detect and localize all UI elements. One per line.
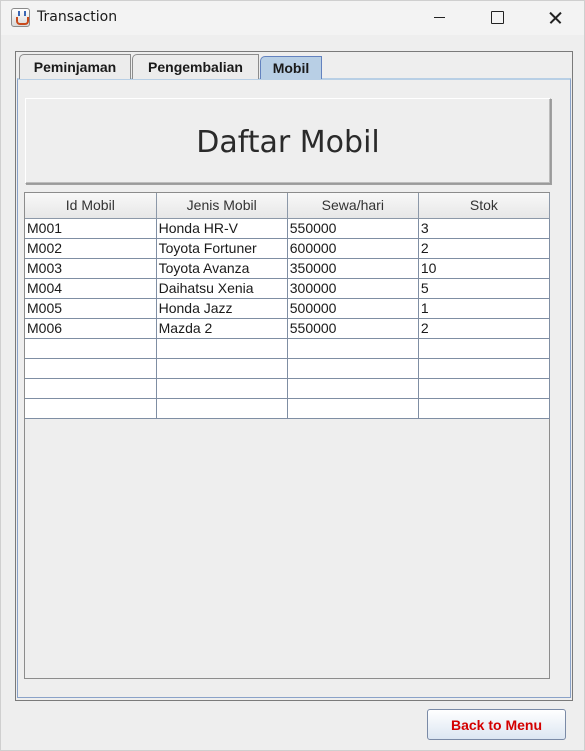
cell-sewa[interactable] (286, 337, 419, 359)
cell-jenis[interactable]: Honda Jazz (155, 297, 288, 319)
minimize-icon[interactable] (410, 1, 468, 35)
cell-sewa[interactable]: 550000 (286, 317, 419, 339)
maximize-icon[interactable] (468, 1, 526, 35)
tab-pengembalian[interactable]: Pengembalian (132, 54, 259, 79)
cell-jenis[interactable]: Toyota Fortuner (155, 237, 288, 259)
cell-sewa[interactable]: 600000 (286, 237, 419, 259)
cell-jenis[interactable] (155, 377, 288, 399)
cell-jenis[interactable]: Daihatsu Xenia (155, 277, 288, 299)
table-header-row: Id Mobil Jenis Mobil Sewa/hari Stok (25, 193, 551, 219)
cell-sewa[interactable]: 550000 (286, 217, 419, 239)
table-row-empty[interactable] (25, 357, 551, 379)
table-row[interactable]: M003 Toyota Avanza 350000 10 (25, 257, 551, 279)
table-row[interactable]: M004 Daihatsu Xenia 300000 5 (25, 277, 551, 299)
back-to-menu-button[interactable]: Back to Menu (427, 709, 566, 740)
page-title: Daftar Mobil (196, 125, 380, 160)
cell-stok[interactable]: 1 (417, 297, 551, 319)
cell-sewa[interactable]: 300000 (286, 277, 419, 299)
column-header-sewa-hari[interactable]: Sewa/hari (286, 193, 419, 219)
cell-id[interactable]: M004 (25, 277, 157, 299)
table-row[interactable]: M002 Toyota Fortuner 600000 2 (25, 237, 551, 259)
cell-id[interactable]: M003 (25, 257, 157, 279)
tab-peminjaman[interactable]: Peminjaman (19, 54, 131, 79)
cell-id[interactable] (25, 337, 157, 359)
cell-id[interactable]: M002 (25, 237, 157, 259)
cell-id[interactable]: M005 (25, 297, 157, 319)
header-panel: Daftar Mobil (25, 98, 551, 184)
cell-jenis[interactable]: Honda HR-V (155, 217, 288, 239)
cell-stok[interactable]: 2 (417, 237, 551, 259)
close-icon[interactable] (526, 1, 584, 35)
cell-jenis[interactable] (155, 357, 288, 379)
table-row[interactable]: M001 Honda HR-V 550000 3 (25, 217, 551, 239)
table-scroll-area[interactable]: Id Mobil Jenis Mobil Sewa/hari Stok M001… (24, 192, 551, 679)
cell-id[interactable] (25, 397, 157, 419)
column-header-stok[interactable]: Stok (417, 193, 551, 219)
table-row-empty[interactable] (25, 377, 551, 399)
cell-sewa[interactable]: 350000 (286, 257, 419, 279)
cell-stok[interactable]: 3 (417, 217, 551, 239)
cell-stok[interactable] (417, 397, 551, 419)
table-row-empty[interactable] (25, 337, 551, 359)
tab-mobil[interactable]: Mobil (260, 56, 322, 79)
cell-jenis[interactable] (155, 337, 288, 359)
column-header-id-mobil[interactable]: Id Mobil (25, 193, 157, 219)
table-row[interactable]: M005 Honda Jazz 500000 1 (25, 297, 551, 319)
cell-stok[interactable]: 10 (417, 257, 551, 279)
window-title: Transaction (37, 9, 118, 25)
cell-id[interactable] (25, 357, 157, 379)
cell-jenis[interactable] (155, 397, 288, 419)
cell-sewa[interactable] (286, 357, 419, 379)
java-app-icon (11, 8, 30, 27)
table-row[interactable]: M006 Mazda 2 550000 2 (25, 317, 551, 339)
cell-jenis[interactable]: Toyota Avanza (155, 257, 288, 279)
table-row-empty[interactable] (25, 397, 551, 419)
cell-sewa[interactable] (286, 377, 419, 399)
cell-id[interactable]: M001 (25, 217, 157, 239)
cell-stok[interactable] (417, 377, 551, 399)
cell-id[interactable] (25, 377, 157, 399)
transaction-window: Transaction Peminjaman Pengembalian Mobi… (0, 0, 585, 751)
cell-stok[interactable] (417, 337, 551, 359)
cell-stok[interactable]: 2 (417, 317, 551, 339)
cell-stok[interactable]: 5 (417, 277, 551, 299)
cell-stok[interactable] (417, 357, 551, 379)
title-bar[interactable]: Transaction (1, 1, 584, 35)
column-header-jenis-mobil[interactable]: Jenis Mobil (155, 193, 288, 219)
cell-id[interactable]: M006 (25, 317, 157, 339)
cell-sewa[interactable]: 500000 (286, 297, 419, 319)
cell-jenis[interactable]: Mazda 2 (155, 317, 288, 339)
cell-sewa[interactable] (286, 397, 419, 419)
mobil-table: Id Mobil Jenis Mobil Sewa/hari Stok M001… (25, 193, 551, 419)
